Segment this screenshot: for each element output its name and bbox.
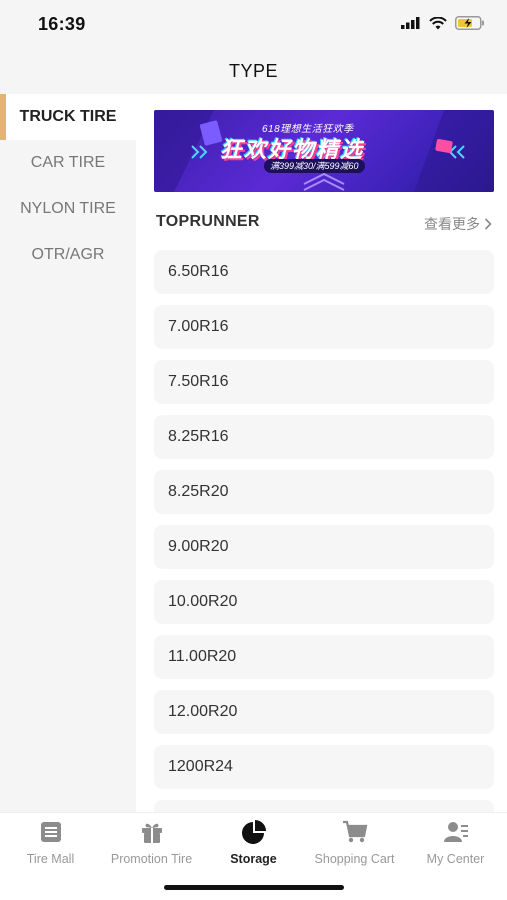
tab-tire-mall[interactable]: Tire Mall [0, 819, 101, 869]
cellular-signal-icon [401, 17, 420, 29]
brand-name: TOPRUNNER [156, 213, 260, 230]
tire-size-item[interactable]: 10.00R20 [154, 580, 494, 624]
tab-label: Promotion Tire [110, 852, 193, 866]
sidebar-item-nylon-tire[interactable]: NYLON TIRE [0, 186, 136, 232]
tab-label: Tire Mall [26, 852, 75, 866]
tire-size-item[interactable]: 11.00R20 [154, 635, 494, 679]
tire-size-item-partial[interactable] [154, 800, 494, 812]
tire-size-item[interactable]: 1200R24 [154, 745, 494, 789]
tab-storage[interactable]: Storage [203, 819, 304, 869]
tab-label: Shopping Cart [314, 852, 395, 866]
tab-promotion-tire[interactable]: Promotion Tire [101, 819, 202, 869]
banner-promo-pill: 满399减30/满599减60 [264, 159, 365, 173]
tab-label: My Center [426, 852, 485, 866]
status-bar: 16:39 [0, 0, 507, 50]
status-icons [401, 16, 485, 30]
battery-charging-icon [455, 16, 484, 30]
tab-shopping-cart[interactable]: Shopping Cart [304, 819, 405, 869]
tire-size-item[interactable]: 7.00R16 [154, 305, 494, 349]
gift-icon [141, 823, 162, 843]
sidebar-item-car-tire[interactable]: CAR TIRE [0, 140, 136, 186]
view-more-link[interactable]: 查看更多 [424, 214, 492, 234]
promo-banner[interactable]: 618理想生活狂欢季 狂欢好物精选 满399减30/满599减60 [154, 110, 494, 192]
brand-header: TOPRUNNER 查看更多 [154, 210, 494, 234]
tire-size-item[interactable]: 8.25R20 [154, 470, 494, 514]
chevron-right-icon [484, 218, 492, 230]
tire-size-item[interactable]: 9.00R20 [154, 525, 494, 569]
tire-size-list: 6.50R16 7.00R16 7.50R16 8.25R16 8.25R20 … [154, 250, 494, 812]
page-title: TYPE [228, 61, 278, 81]
pie-chart-icon [241, 820, 266, 844]
cart-icon [342, 820, 367, 843]
user-icon [443, 822, 468, 842]
tab-label: Storage [230, 852, 277, 866]
wifi-icon [429, 16, 447, 29]
main-content: 618理想生活狂欢季 狂欢好物精选 满399减30/满599减60 TOPRUN… [136, 94, 507, 812]
tire-size-item[interactable]: 7.50R16 [154, 360, 494, 404]
tire-size-item[interactable]: 12.00R20 [154, 690, 494, 734]
sidebar-item-otr-agr[interactable]: OTR/AGR [0, 232, 136, 278]
tab-my-center[interactable]: My Center [405, 819, 506, 869]
sidebar-item-truck-tire[interactable]: TRUCK TIRE [0, 94, 136, 140]
view-more-label: 查看更多 [424, 216, 480, 232]
home-indicator [164, 885, 344, 890]
title-bar: TYPE [0, 50, 507, 94]
tire-mall-icon [40, 822, 61, 842]
tire-size-item[interactable]: 6.50R16 [154, 250, 494, 294]
tire-size-item[interactable]: 8.25R16 [154, 415, 494, 459]
app-screen: 16:39 TYPE TRUCK TIRE CAR TIRE NYLON TIR… [0, 0, 507, 900]
status-time: 16:39 [38, 14, 86, 34]
category-sidebar: TRUCK TIRE CAR TIRE NYLON TIRE OTR/AGR [0, 94, 136, 812]
